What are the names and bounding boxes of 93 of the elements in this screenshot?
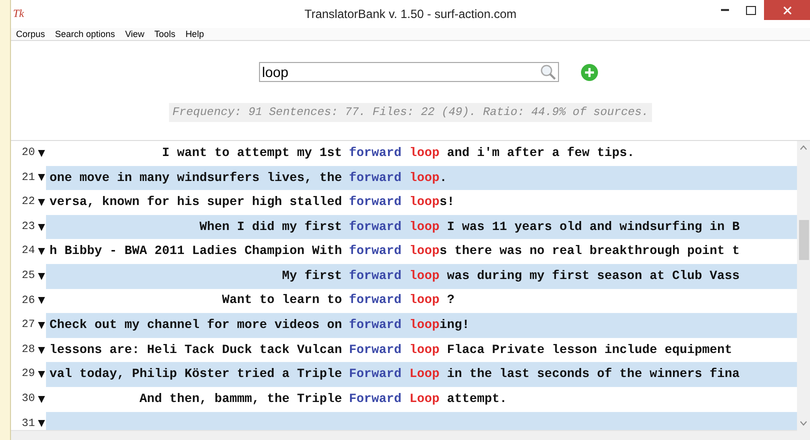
- keyword: loop: [410, 170, 440, 187]
- keyword: forward: [349, 317, 402, 334]
- expand-arrow-icon[interactable]: [38, 248, 45, 256]
- right-context: s!: [440, 194, 455, 212]
- line-number: 30: [22, 392, 35, 407]
- right-context: I was 11 years old and windsurfing in B: [446, 218, 740, 236]
- right-context: was during my first season at Club Vass: [446, 268, 740, 285]
- left-context: one move in many windsurfers lives, the: [48, 170, 342, 187]
- left-context: My first: [280, 268, 342, 285]
- line-number: 20: [22, 146, 35, 162]
- left-context: Check out my channel for more videos on: [48, 317, 342, 334]
- keyword: forward: [349, 268, 402, 285]
- line-number: 27: [22, 318, 35, 334]
- search-field[interactable]: loop: [259, 62, 559, 82]
- close-button[interactable]: [764, 0, 810, 20]
- menu-item[interactable]: Tools: [154, 30, 176, 38]
- keyword: forward: [349, 170, 402, 187]
- expand-arrow-icon[interactable]: [38, 150, 45, 157]
- minimize-icon: [721, 9, 729, 11]
- keyword: forward: [349, 144, 402, 162]
- expand-arrow-icon[interactable]: [38, 224, 45, 231]
- expand-arrow-icon[interactable]: [38, 346, 45, 354]
- keyword: loop: [410, 218, 440, 236]
- plus-icon: [585, 68, 594, 76]
- right-context: .: [440, 170, 448, 187]
- line-number: 29: [22, 367, 35, 382]
- keyword: Loop: [410, 390, 440, 408]
- line-number: 23: [22, 220, 35, 235]
- expand-arrow-icon[interactable]: [38, 297, 45, 304]
- keyword: loop: [410, 144, 440, 162]
- expand-arrow-icon[interactable]: [38, 272, 45, 280]
- line-number: 21: [22, 170, 35, 186]
- close-icon: [782, 6, 792, 14]
- window-title: TranslatorBank v. 1.50 - surf-action.com: [304, 6, 517, 23]
- menu-item[interactable]: Help: [185, 30, 204, 38]
- keyword: loop: [410, 342, 440, 359]
- concordance-row[interactable]: My first forward loop was during my first season at Club Vass: [46, 264, 797, 289]
- vertical-scrollbar[interactable]: [797, 141, 810, 440]
- keyword: loop: [410, 317, 440, 334]
- scroll-down-icon[interactable]: [800, 421, 807, 426]
- concordance-row[interactable]: Check out my channel for more videos on forward looping!: [46, 313, 797, 338]
- scroll-up-icon[interactable]: [800, 145, 807, 150]
- search-icon: [540, 64, 556, 80]
- maximize-icon: [746, 6, 756, 14]
- right-context: attempt.: [446, 390, 508, 408]
- keyword: loop: [410, 292, 440, 310]
- left-context: I want to attempt my 1st: [160, 144, 342, 162]
- expand-arrow-icon[interactable]: [38, 371, 45, 378]
- keyword: loop: [410, 194, 440, 212]
- left-context: h Bibby - BWA 2011 Ladies Champion With: [48, 243, 342, 260]
- keyword: forward: [349, 243, 402, 260]
- expand-arrow-icon[interactable]: [38, 420, 45, 428]
- app-icon: Tk: [13, 6, 24, 22]
- menu-item[interactable]: Corpus: [16, 30, 46, 38]
- left-context: val today, Philip Köster tried a Triple: [48, 366, 342, 384]
- keyword: loop: [410, 243, 440, 260]
- stats-text: Frequency: 91 Sentences: 77. Files: 22 (49). Ratio: 44.9% of sources.: [169, 103, 652, 122]
- right-context: s there was no real breakthrough point t: [440, 243, 740, 260]
- line-number: 31: [22, 416, 35, 430]
- menu-item[interactable]: Search options: [55, 30, 116, 38]
- keyword: forward: [349, 218, 402, 236]
- keyword: loop: [410, 268, 440, 285]
- keyword: Forward: [349, 366, 402, 384]
- left-context: Want to learn to: [220, 292, 342, 310]
- left-context: When I did my first: [198, 218, 342, 236]
- menu-item[interactable]: View: [125, 30, 144, 38]
- left-context: versa, known for his super high stalled: [48, 194, 342, 212]
- right-context: in the last seconds of the winners fina: [446, 366, 740, 384]
- right-context: ing!: [440, 317, 470, 334]
- expand-arrow-icon[interactable]: [38, 198, 45, 206]
- concordance-row[interactable]: When I did my first forward loop I was 11 years old and windsurfing in B: [46, 214, 797, 240]
- add-button[interactable]: [581, 64, 598, 80]
- right-context: ?: [446, 292, 455, 310]
- right-context: Flaca Private lesson include equipment: [446, 342, 732, 359]
- concordance-row[interactable]: val today, Philip Köster tried a Triple Forward Loop in the last seconds of the winners fina: [46, 362, 797, 387]
- keyword: forward: [349, 292, 402, 310]
- line-number: 28: [22, 342, 35, 358]
- right-context: and i'm after a few tips.: [446, 144, 635, 162]
- left-context: lessons are: Heli Tack Duck tack Vulcan: [48, 342, 342, 359]
- keyword: Forward: [349, 342, 402, 359]
- concordance-row[interactable]: one move in many windsurfers lives, the forward loop.: [46, 166, 797, 190]
- keyword: forward: [349, 194, 402, 212]
- expand-arrow-icon[interactable]: [38, 396, 45, 403]
- left-context: And then, bammm, the Triple: [138, 390, 342, 408]
- line-number: 26: [22, 294, 35, 309]
- line-number: 22: [22, 195, 35, 210]
- expand-arrow-icon[interactable]: [38, 322, 45, 329]
- scrollbar-thumb[interactable]: [798, 220, 808, 260]
- keyword: Forward: [349, 390, 402, 408]
- line-number: 25: [22, 269, 35, 284]
- line-number: 24: [22, 244, 35, 260]
- keyword: Loop: [410, 366, 440, 384]
- expand-arrow-icon[interactable]: [38, 174, 45, 182]
